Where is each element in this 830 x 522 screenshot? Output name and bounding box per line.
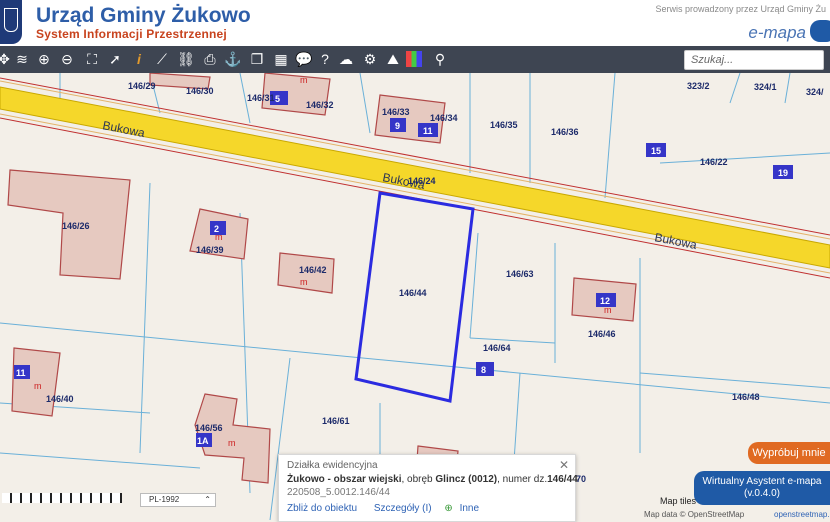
search-input[interactable]: Szukaj...	[684, 50, 824, 70]
building-numbers: 5 9 11 15 19 2 12 8 1A 11	[14, 91, 793, 447]
assistant-version: (v.0.4.0)	[744, 488, 780, 499]
map-canvas[interactable]: 5 9 11 15 19 2 12 8 1A 11 m m m m m m Bu…	[0, 73, 830, 520]
svg-text:146/48: 146/48	[732, 392, 760, 402]
svg-text:146/42: 146/42	[299, 265, 327, 275]
osm-link[interactable]: openstreetmap.org/c	[774, 510, 830, 519]
close-icon[interactable]: ✕	[559, 458, 569, 472]
svg-text:9: 9	[395, 121, 400, 131]
scale-bar	[2, 493, 122, 503]
popup-parcel-id: 220508_5.0012.146/44	[287, 487, 390, 498]
comment-icon[interactable]: 💬	[294, 49, 314, 69]
svg-text:146/34: 146/34	[430, 113, 458, 123]
chevron-down-icon: ⌃	[204, 495, 211, 504]
anchor-icon[interactable]: ⚓	[223, 49, 243, 69]
svg-text:m: m	[34, 381, 42, 391]
details-link[interactable]: Szczegóły (I)	[374, 503, 432, 514]
svg-text:146/24: 146/24	[408, 176, 436, 186]
layers-icon[interactable]: ≋	[12, 49, 32, 69]
svg-text:m: m	[604, 305, 612, 315]
svg-text:146/46: 146/46	[588, 329, 616, 339]
svg-text:146/30: 146/30	[186, 86, 214, 96]
svg-text:146/31: 146/31	[247, 93, 275, 103]
svg-text:15: 15	[651, 146, 661, 156]
copy-icon[interactable]: ❐	[247, 49, 267, 69]
popup-obreb: Glincz (0012)	[435, 474, 498, 485]
svg-text:146/22: 146/22	[700, 157, 728, 167]
projection-select[interactable]: PL-1992 ⌃	[140, 493, 216, 507]
pointer-icon[interactable]: ➚	[105, 49, 125, 69]
settings-icon[interactable]: ⚙	[360, 49, 380, 69]
measure-icon[interactable]: ⟋	[152, 49, 172, 69]
svg-text:11: 11	[16, 368, 26, 378]
svg-text:146/35: 146/35	[490, 120, 518, 130]
svg-text:146/56: 146/56	[195, 423, 223, 433]
parcel-info-popup: Działka ewidencyjna ✕ Żukowo - obszar wi…	[278, 454, 578, 522]
svg-text:m: m	[215, 232, 223, 242]
svg-text:146/33: 146/33	[382, 107, 410, 117]
svg-text:146/26: 146/26	[62, 221, 90, 231]
map-data-attribution: Map data © OpenStreetMap	[644, 510, 745, 519]
layout-icon[interactable]: ▦	[271, 49, 291, 69]
svg-text:146/29: 146/29	[128, 81, 156, 91]
svg-text:19: 19	[778, 168, 788, 178]
svg-text:8: 8	[481, 365, 486, 375]
svg-text:324/: 324/	[806, 87, 824, 97]
road-icon[interactable]: ⛰	[383, 49, 403, 69]
svg-text:5: 5	[275, 94, 280, 104]
popup-location: Żukowo - obszar wiejski, obręb Glincz (0…	[287, 474, 578, 485]
svg-text:m: m	[300, 277, 308, 287]
zoom-to-object-link[interactable]: Zbliż do obiektu	[287, 503, 357, 514]
svg-text:146/40: 146/40	[46, 394, 74, 404]
popup-location-name: Żukowo - obszar wiejski	[287, 474, 402, 485]
app-subtitle: System Informacji Przestrzennej	[36, 27, 227, 41]
svg-text:m: m	[228, 438, 236, 448]
svg-text:146/44: 146/44	[399, 288, 427, 298]
popup-parcel-number: 146/44	[547, 474, 578, 485]
svg-text:m: m	[300, 75, 308, 85]
print-icon[interactable]: ⎙	[200, 49, 220, 69]
app-header: Urząd Gminy Żukowo System Informacji Prz…	[0, 0, 830, 46]
virtual-assistant-button[interactable]: Wirtualny Asystent e-mapa (v.0.4.0)	[694, 471, 830, 505]
popup-links: Zbliż do obiektu Szczegóły (I) ⊕ Inne	[287, 503, 479, 514]
svg-text:146/61: 146/61	[322, 416, 350, 426]
buildings	[7, 73, 637, 494]
svg-text:146/39: 146/39	[196, 245, 224, 255]
info-icon[interactable]: i	[129, 49, 149, 69]
svg-text:146/32: 146/32	[306, 100, 334, 110]
zoom-extent-icon[interactable]: ⛶	[82, 49, 102, 69]
assistant-label: Wirtualny Asystent e-mapa	[702, 476, 822, 487]
map-svg[interactable]: 5 9 11 15 19 2 12 8 1A 11 m m m m m m Bu…	[0, 73, 830, 520]
color-grid-icon[interactable]	[406, 51, 422, 67]
svg-text:324/1: 324/1	[754, 82, 777, 92]
svg-text:11: 11	[423, 126, 433, 136]
map-tiles-attribution: Map tiles	[660, 496, 697, 506]
try-me-button[interactable]: Wypróbuj mnie	[748, 442, 830, 464]
emapa-brand[interactable]: e-mapa	[748, 23, 806, 43]
svg-text:146/36: 146/36	[551, 127, 579, 137]
other-link[interactable]: Inne	[460, 503, 479, 514]
svg-text:146/63: 146/63	[506, 269, 534, 279]
zoom-in-icon[interactable]: ⊕	[34, 49, 54, 69]
popup-title: Działka ewidencyjna	[287, 460, 378, 471]
svg-text:323/2: 323/2	[687, 81, 710, 91]
gmina-crest-logo[interactable]	[0, 0, 22, 44]
zoom-out-icon[interactable]: ⊖	[57, 49, 77, 69]
share-icon[interactable]: ⚲	[430, 49, 450, 69]
app-title: Urząd Gminy Żukowo	[36, 4, 251, 27]
plus-icon[interactable]: ⊕	[444, 503, 452, 514]
svg-text:146/64: 146/64	[483, 343, 511, 353]
help-icon[interactable]: ?	[315, 49, 335, 69]
svg-text:1A: 1A	[197, 436, 209, 446]
link-icon[interactable]: ⛓	[176, 49, 196, 69]
served-by-text: Serwis prowadzony przez Urząd Gminy Żu	[655, 4, 826, 14]
cloud-icon[interactable]: ☁	[336, 49, 356, 69]
emapa-logo-icon[interactable]	[810, 20, 830, 42]
